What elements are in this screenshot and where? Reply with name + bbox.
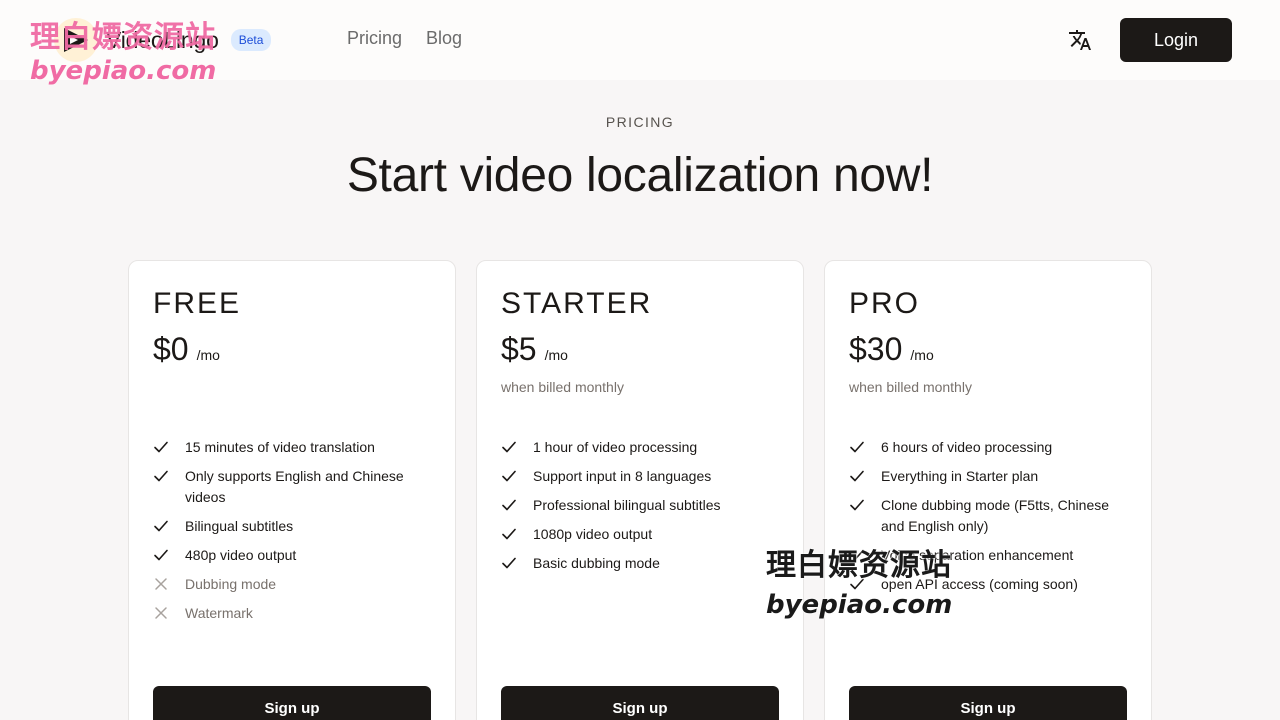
feature-text: 1080p video output xyxy=(533,526,653,542)
plan-name: STARTER xyxy=(501,287,653,320)
feature-text: 6 hours of video processing xyxy=(881,439,1053,455)
price-row: $0 /mo xyxy=(153,331,220,368)
feature-text: Bilingual subtitles xyxy=(185,518,294,534)
login-button[interactable]: Login xyxy=(1120,18,1232,62)
feature-text: Everything in Starter plan xyxy=(881,468,1039,484)
plan-price: $0 xyxy=(153,331,189,367)
billing-note: when billed monthly xyxy=(501,379,624,395)
translate-icon[interactable] xyxy=(1066,26,1094,54)
feature-item: Everything in Starter plan xyxy=(849,466,1129,487)
feature-item: Watermark xyxy=(153,603,433,624)
plan-name: PRO xyxy=(849,287,921,320)
feature-text: Professional bilingual subtitles xyxy=(533,497,721,513)
feature-text: Clone dubbing mode (F5tts, Chinese and E… xyxy=(881,497,1110,534)
feature-text: Watermark xyxy=(185,605,253,621)
main-nav: Pricing Blog xyxy=(347,28,462,49)
feature-item: Voice separation enhancement xyxy=(849,545,1129,566)
feature-item: Professional bilingual subtitles xyxy=(501,495,781,516)
check-icon xyxy=(850,549,864,561)
cross-icon xyxy=(155,578,167,590)
top-nav-bar: VideoLingo Beta Pricing Blog Login xyxy=(0,0,1280,80)
logo-link[interactable]: VideoLingo Beta xyxy=(54,18,272,62)
check-icon xyxy=(154,520,168,532)
page-title: Start video localization now! xyxy=(346,149,934,202)
price-row: $5 /mo xyxy=(501,331,568,368)
nav-link-pricing[interactable]: Pricing xyxy=(347,28,402,49)
plan-card-pro: PRO $30 /mo when billed monthly 6 hours … xyxy=(824,260,1152,720)
price-period: /mo xyxy=(910,347,934,363)
price-row: $30 /mo xyxy=(849,331,934,368)
feature-item: 480p video output xyxy=(153,545,433,566)
feature-text: Voice separation enhancement xyxy=(881,547,1074,563)
check-icon xyxy=(850,441,864,453)
check-icon xyxy=(850,499,864,511)
feature-item: 6 hours of video processing xyxy=(849,437,1129,458)
feature-item: Clone dubbing mode (F5tts, Chinese and E… xyxy=(849,495,1129,537)
check-icon xyxy=(502,528,516,540)
plan-name: FREE xyxy=(153,287,242,320)
feature-text: 480p video output xyxy=(185,547,297,563)
cross-icon xyxy=(155,607,167,619)
feature-text: 15 minutes of video translation xyxy=(185,439,375,455)
check-icon xyxy=(850,578,864,590)
feature-item: Dubbing mode xyxy=(153,574,433,595)
beta-badge: Beta xyxy=(230,29,272,51)
feature-item: Support input in 8 languages xyxy=(501,466,781,487)
feature-item: Only supports English and Chinese videos xyxy=(153,466,433,508)
signup-button-starter[interactable]: Sign up xyxy=(501,686,779,720)
price-period: /mo xyxy=(196,347,220,363)
feature-list: 15 minutes of video translation Only supp… xyxy=(153,437,433,632)
price-period: /mo xyxy=(544,347,568,363)
signup-button-pro[interactable]: Sign up xyxy=(849,686,1127,720)
check-icon xyxy=(502,499,516,511)
plan-card-starter: STARTER $5 /mo when billed monthly 1 hou… xyxy=(476,260,804,720)
feature-item: 1080p video output xyxy=(501,524,781,545)
billing-note: when billed monthly xyxy=(849,379,972,395)
feature-text: Support input in 8 languages xyxy=(533,468,712,484)
check-icon xyxy=(502,470,516,482)
brand-name: VideoLingo xyxy=(106,26,219,53)
check-icon xyxy=(154,470,168,482)
feature-item: 1 hour of video processing xyxy=(501,437,781,458)
feature-list: 1 hour of video processing Support input … xyxy=(501,437,781,582)
check-icon xyxy=(850,470,864,482)
nav-link-blog[interactable]: Blog xyxy=(426,28,462,49)
signup-button-free[interactable]: Sign up xyxy=(153,686,431,720)
feature-list: 6 hours of video processing Everything in… xyxy=(849,437,1129,603)
feature-text: Basic dubbing mode xyxy=(533,555,660,571)
plan-price: $30 xyxy=(849,331,903,367)
feature-item: Bilingual subtitles xyxy=(153,516,433,537)
feature-text: Dubbing mode xyxy=(185,576,277,592)
check-icon xyxy=(502,441,516,453)
feature-item: open API access (coming soon) xyxy=(849,574,1129,595)
feature-text: 1 hour of video processing xyxy=(533,439,698,455)
plan-card-free: FREE $0 /mo 15 minutes of video translat… xyxy=(128,260,456,720)
check-icon xyxy=(154,549,168,561)
play-logo-icon xyxy=(54,18,98,62)
check-icon xyxy=(154,441,168,453)
feature-item: 15 minutes of video translation xyxy=(153,437,433,458)
plan-price: $5 xyxy=(501,331,537,367)
feature-text: open API access (coming soon) xyxy=(881,576,1078,592)
feature-item: Basic dubbing mode xyxy=(501,553,781,574)
check-icon xyxy=(502,557,516,569)
feature-text: Only supports English and Chinese videos xyxy=(185,468,404,505)
section-eyebrow: PRICING xyxy=(605,114,675,130)
